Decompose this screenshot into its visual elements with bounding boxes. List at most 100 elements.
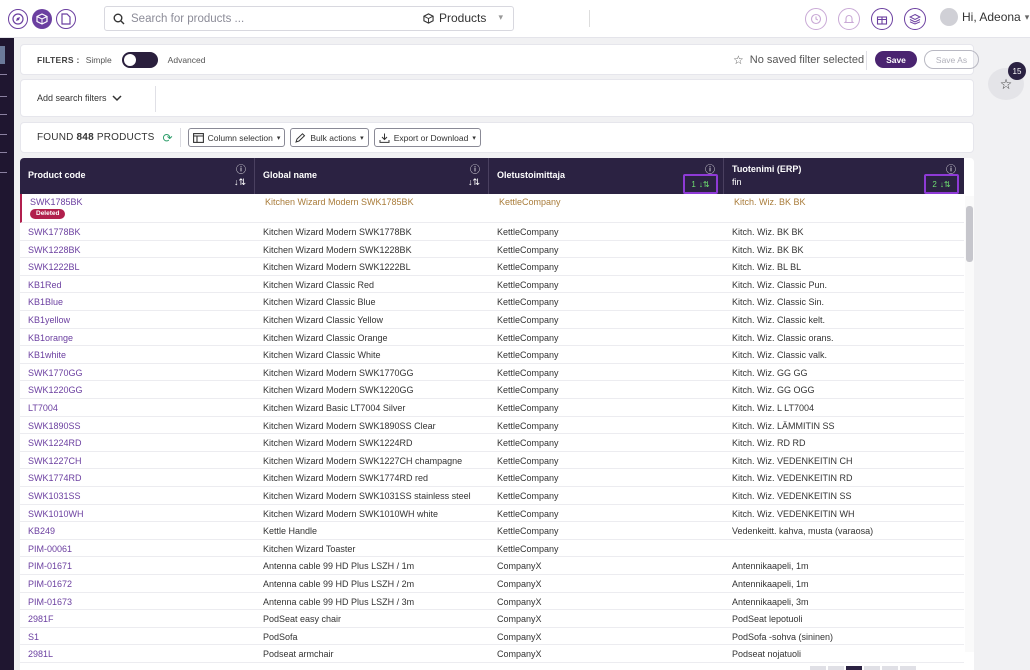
export-download-button[interactable]: Export or Download ▾ xyxy=(373,128,481,147)
product-code-cell[interactable]: SWK1227CH xyxy=(28,456,258,466)
sidebar-item[interactable] xyxy=(0,172,7,173)
product-code-cell[interactable]: SWK1222BL xyxy=(28,262,258,272)
info-icon[interactable]: ⓘ xyxy=(236,161,246,176)
table-row[interactable]: SWK1774RD Kitchen Wizard Modern SWK1774RD… xyxy=(20,469,964,487)
sidebar-item[interactable] xyxy=(0,74,7,75)
product-code-cell[interactable]: PIM-01671 xyxy=(28,561,258,571)
gift-icon[interactable] xyxy=(871,8,893,30)
table-row[interactable]: SWK1010WH Kitchen Wizard Modern SWK1010WH… xyxy=(20,505,964,523)
search-scope-select[interactable]: Products xyxy=(423,11,486,25)
column-selection-button[interactable]: Column selection ▾ xyxy=(187,128,286,147)
info-icon[interactable]: ⓘ xyxy=(470,161,480,176)
column-header-tuotenimi-erp[interactable]: Tuotenimi (ERP) fin ⓘ 2 ↓⇅ xyxy=(724,158,964,194)
column-header-oletustoimittaja[interactable]: Oletustoimittaja ⓘ 1 ↓⇅ xyxy=(489,158,724,194)
table-row[interactable]: KB1Red Kitchen Wizard Classic Red KettleCo… xyxy=(20,276,964,294)
product-code-cell[interactable]: SWK1774RD xyxy=(28,473,258,483)
page-button[interactable] xyxy=(882,666,898,670)
product-code-cell[interactable]: KB1orange xyxy=(28,333,258,343)
bell-icon[interactable] xyxy=(838,8,860,30)
sort-indicator[interactable]: 2 ↓⇅ xyxy=(924,174,959,194)
product-code-cell[interactable]: SWK1890SS xyxy=(28,421,258,431)
table-row[interactable]: SWK1220GG Kitchen Wizard Modern SWK1220GG… xyxy=(20,381,964,399)
chevron-down-icon[interactable]: ▾ xyxy=(498,12,503,23)
product-code-cell[interactable]: SWK1224RD xyxy=(28,438,258,448)
scrollbar-thumb[interactable] xyxy=(966,206,973,262)
product-code-cell[interactable]: PIM-01673 xyxy=(28,597,258,607)
column-header-product-code[interactable]: Product code ⓘ ↓⇅ xyxy=(20,158,255,194)
product-code-cell[interactable]: LT7004 xyxy=(28,403,258,413)
table-row[interactable]: PIM-01671 Antenna cable 99 HD Plus LSZH /… xyxy=(20,557,964,575)
save-button[interactable]: Save xyxy=(875,51,917,68)
page-button-current[interactable] xyxy=(846,666,862,670)
search-box[interactable]: Products ▾ xyxy=(104,6,590,31)
table-scrollbar[interactable] xyxy=(965,196,974,652)
product-code-cell[interactable]: KB249 xyxy=(28,526,258,536)
product-code-cell[interactable]: 2981L xyxy=(28,649,258,659)
sort-indicator[interactable]: 1 ↓⇅ xyxy=(683,174,718,194)
product-code-cell[interactable]: SWK1770GG xyxy=(28,368,258,378)
history-icon[interactable] xyxy=(805,8,827,30)
table-row[interactable]: KB1orange Kitchen Wizard Classic Orange Ke… xyxy=(20,329,964,347)
search-input[interactable] xyxy=(131,8,411,29)
table-row[interactable]: SWK1227CH Kitchen Wizard Modern SWK1227CH… xyxy=(20,452,964,470)
table-row[interactable]: KB1white Kitchen Wizard Classic White Kett… xyxy=(20,346,964,364)
table-row[interactable]: SWK1785BK Kitchen Wizard Modern SWK1785BK… xyxy=(20,194,964,223)
sidebar-item[interactable] xyxy=(0,114,7,115)
user-menu[interactable]: Hi, Adeona ▾ xyxy=(940,8,1029,26)
table-row[interactable]: PIM-00061 Kitchen Wizard Toaster KettleCom… xyxy=(20,540,964,558)
layers-icon[interactable] xyxy=(904,8,926,30)
column-header-global-name[interactable]: Global name ⓘ ↓⇅ xyxy=(255,158,489,194)
product-code-cell[interactable]: PIM-01672 xyxy=(28,579,258,589)
sidebar-item[interactable] xyxy=(0,134,7,135)
compass-icon[interactable] xyxy=(8,9,28,29)
bulk-actions-button[interactable]: Bulk actions ▾ xyxy=(290,128,369,147)
table-row[interactable]: SWK1890SS Kitchen Wizard Modern SWK1890SS… xyxy=(20,417,964,435)
table-row[interactable]: SWK1228BK Kitchen Wizard Modern SWK1228BK… xyxy=(20,241,964,259)
page-button[interactable] xyxy=(810,666,826,670)
pagination[interactable] xyxy=(810,666,940,670)
product-code-cell[interactable]: SWK1228BK xyxy=(28,245,258,255)
filter-mode-toggle[interactable] xyxy=(121,51,158,68)
product-code-cell[interactable]: SWK1785BK xyxy=(30,197,260,207)
product-code-cell[interactable]: PIM-00061 xyxy=(28,544,258,554)
product-code-cell[interactable]: S1 xyxy=(28,632,258,642)
save-as-button[interactable]: Save As xyxy=(924,50,979,69)
product-code-cell[interactable]: SWK1778BK xyxy=(28,227,258,237)
product-code-cell[interactable]: SWK1220GG xyxy=(28,385,258,395)
product-code-cell[interactable]: SWK1010WH xyxy=(28,509,258,519)
page-button[interactable] xyxy=(828,666,844,670)
product-code-cell[interactable]: KB1Red xyxy=(28,280,258,290)
table-row[interactable]: SWK1778BK Kitchen Wizard Modern SWK1778BK… xyxy=(20,223,964,241)
sidebar-item[interactable] xyxy=(0,152,7,153)
table-row[interactable]: SWK1224RD Kitchen Wizard Modern SWK1224RD… xyxy=(20,434,964,452)
products-cube-icon[interactable] xyxy=(32,9,52,29)
table-row[interactable]: S1 PodSofa CompanyX PodSofa -sohva (sininen… xyxy=(20,628,964,646)
filter-mode-advanced[interactable]: Advanced xyxy=(168,55,206,65)
product-code-cell[interactable]: SWK1031SS xyxy=(28,491,258,501)
product-code-cell[interactable]: KB1white xyxy=(28,350,258,360)
filter-mode-simple[interactable]: Simple xyxy=(86,55,112,65)
page-button[interactable] xyxy=(900,666,916,670)
table-row[interactable]: KB1yellow Kitchen Wizard Classic Yellow Ke… xyxy=(20,311,964,329)
table-row[interactable]: SWK1031SS Kitchen Wizard Modern SWK1031SS… xyxy=(20,487,964,505)
table-row[interactable]: PIM-01673 Antenna cable 99 HD Plus LSZH /… xyxy=(20,593,964,611)
table-row[interactable]: SWK1222BL Kitchen Wizard Modern SWK1222BL… xyxy=(20,258,964,276)
sidebar-item[interactable] xyxy=(0,96,7,97)
table-row[interactable]: KB249 Kettle Handle KettleCompany Vedenkeit… xyxy=(20,522,964,540)
refresh-icon[interactable]: ⟳ xyxy=(163,131,173,145)
table-row[interactable]: SWK1770GG Kitchen Wizard Modern SWK1770GG… xyxy=(20,364,964,382)
favorites-button[interactable]: ☆ 15 xyxy=(988,62,1026,100)
saved-filter-select[interactable]: ☆ No saved filter selected xyxy=(733,53,864,67)
product-code-cell[interactable]: 2981F xyxy=(28,614,258,624)
product-code-cell[interactable]: KB1Blue xyxy=(28,297,258,307)
sort-icon[interactable]: ↓⇅ xyxy=(468,177,480,188)
add-search-filters-button[interactable]: Add search filters xyxy=(37,93,122,103)
page-button[interactable] xyxy=(864,666,880,670)
sort-icon[interactable]: ↓⇅ xyxy=(234,177,246,188)
table-row[interactable]: 2981L Podseat armchair CompanyX Podseat noj… xyxy=(20,645,964,663)
table-row[interactable]: PIM-01672 Antenna cable 99 HD Plus LSZH /… xyxy=(20,575,964,593)
product-code-cell[interactable]: KB1yellow xyxy=(28,315,258,325)
document-icon[interactable] xyxy=(56,9,76,29)
table-row[interactable]: KB1Blue Kitchen Wizard Classic Blue Kettle… xyxy=(20,293,964,311)
table-row[interactable]: LT7004 Kitchen Wizard Basic LT7004 Silver… xyxy=(20,399,964,417)
